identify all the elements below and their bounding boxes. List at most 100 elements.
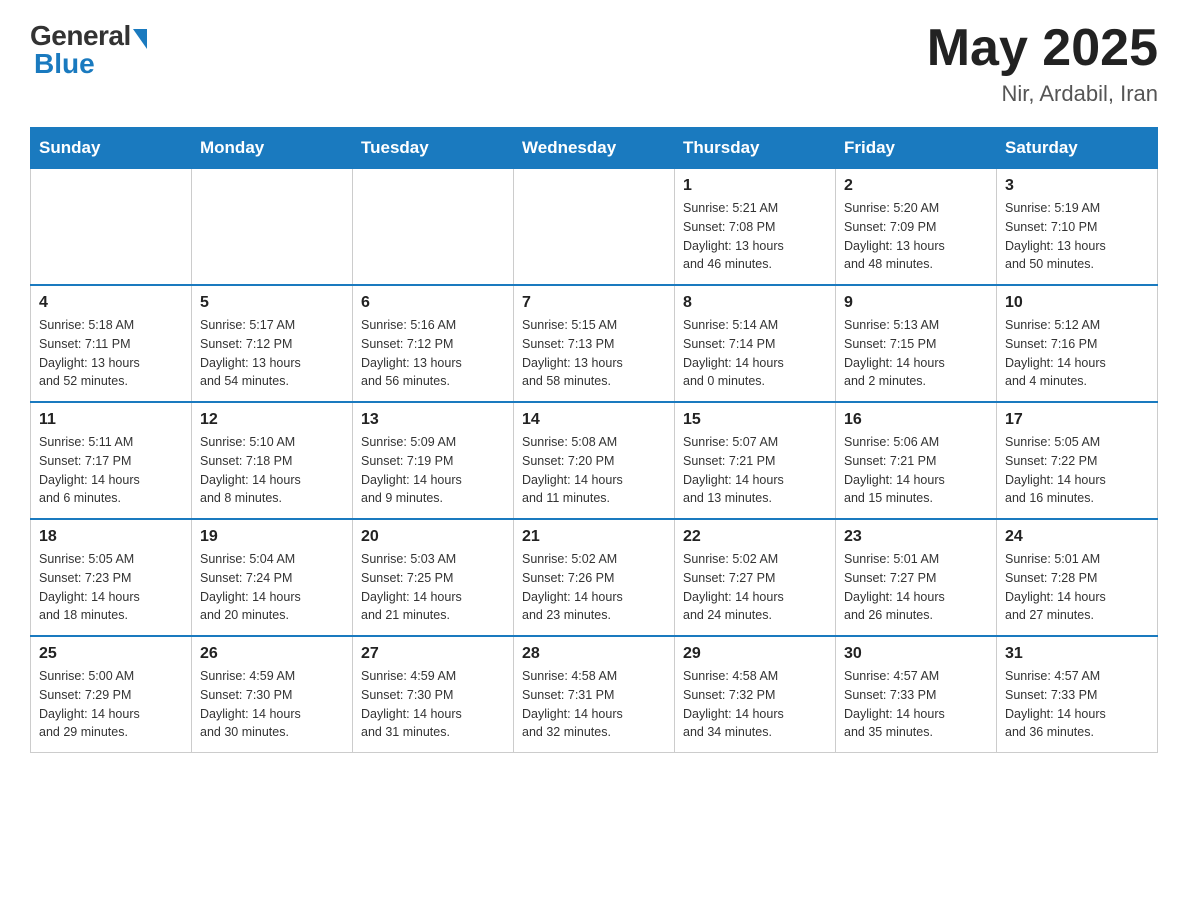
calendar-cell — [514, 169, 675, 286]
calendar-cell: 26 Sunrise: 4:59 AMSunset: 7:30 PMDayligh… — [192, 636, 353, 753]
calendar-cell: 16 Sunrise: 5:06 AMSunset: 7:21 PMDayligh… — [836, 402, 997, 519]
calendar-cell: 25Sunrise: 5:00 AMSunset: 7:29 PMDayligh… — [31, 636, 192, 753]
calendar-cell: 11 Sunrise: 5:11 AMSunset: 7:17 PMDayligh… — [31, 402, 192, 519]
day-number: 27 — [361, 645, 505, 663]
calendar-cell: 31 Sunrise: 4:57 AMSunset: 7:33 PMDayligh… — [997, 636, 1158, 753]
calendar-cell: 2 Sunrise: 5:20 AMSunset: 7:09 PMDaylight… — [836, 169, 997, 286]
col-header-wednesday: Wednesday — [514, 128, 675, 169]
day-number: 26 — [200, 645, 344, 663]
calendar-cell: 19 Sunrise: 5:04 AMSunset: 7:24 PMDayligh… — [192, 519, 353, 636]
day-info: Sunrise: 5:02 AMSunset: 7:27 PMDaylight:… — [683, 550, 827, 625]
day-info: Sunrise: 5:14 AMSunset: 7:14 PMDaylight:… — [683, 316, 827, 391]
day-info: Sunrise: 5:16 AMSunset: 7:12 PMDaylight:… — [361, 316, 505, 391]
calendar-week-3: 11 Sunrise: 5:11 AMSunset: 7:17 PMDayligh… — [31, 402, 1158, 519]
day-number: 24 — [1005, 528, 1149, 546]
calendar-week-1: 1 Sunrise: 5:21 AMSunset: 7:08 PMDaylight… — [31, 169, 1158, 286]
day-number: 1 — [683, 177, 827, 195]
day-info: Sunrise: 5:13 AMSunset: 7:15 PMDaylight:… — [844, 316, 988, 391]
day-number: 31 — [1005, 645, 1149, 663]
calendar-cell: 15Sunrise: 5:07 AMSunset: 7:21 PMDayligh… — [675, 402, 836, 519]
day-number: 9 — [844, 294, 988, 312]
day-info: Sunrise: 5:12 AMSunset: 7:16 PMDaylight:… — [1005, 316, 1149, 391]
calendar-cell: 23Sunrise: 5:01 AMSunset: 7:27 PMDayligh… — [836, 519, 997, 636]
day-info: Sunrise: 5:02 AMSunset: 7:26 PMDaylight:… — [522, 550, 666, 625]
day-info: Sunrise: 4:59 AMSunset: 7:30 PMDaylight:… — [200, 667, 344, 742]
day-info: Sunrise: 5:18 AMSunset: 7:11 PMDaylight:… — [39, 316, 183, 391]
day-number: 30 — [844, 645, 988, 663]
calendar-week-2: 4 Sunrise: 5:18 AMSunset: 7:11 PMDaylight… — [31, 285, 1158, 402]
day-info: Sunrise: 5:09 AMSunset: 7:19 PMDaylight:… — [361, 433, 505, 508]
logo-blue-text: Blue — [34, 48, 95, 80]
logo-arrow-icon — [133, 29, 147, 49]
day-number: 6 — [361, 294, 505, 312]
day-info: Sunrise: 5:20 AMSunset: 7:09 PMDaylight:… — [844, 199, 988, 274]
day-info: Sunrise: 4:58 AMSunset: 7:31 PMDaylight:… — [522, 667, 666, 742]
day-info: Sunrise: 5:15 AMSunset: 7:13 PMDaylight:… — [522, 316, 666, 391]
col-header-sunday: Sunday — [31, 128, 192, 169]
calendar-table: SundayMondayTuesdayWednesdayThursdayFrid… — [30, 127, 1158, 753]
day-info: Sunrise: 4:58 AMSunset: 7:32 PMDaylight:… — [683, 667, 827, 742]
calendar-cell: 22 Sunrise: 5:02 AMSunset: 7:27 PMDayligh… — [675, 519, 836, 636]
day-number: 17 — [1005, 411, 1149, 429]
calendar-cell: 4 Sunrise: 5:18 AMSunset: 7:11 PMDaylight… — [31, 285, 192, 402]
day-number: 22 — [683, 528, 827, 546]
day-info: Sunrise: 5:00 AMSunset: 7:29 PMDaylight:… — [39, 667, 183, 742]
day-info: Sunrise: 4:59 AMSunset: 7:30 PMDaylight:… — [361, 667, 505, 742]
day-number: 21 — [522, 528, 666, 546]
day-number: 18 — [39, 528, 183, 546]
calendar-cell: 7 Sunrise: 5:15 AMSunset: 7:13 PMDaylight… — [514, 285, 675, 402]
day-number: 3 — [1005, 177, 1149, 195]
day-number: 12 — [200, 411, 344, 429]
col-header-friday: Friday — [836, 128, 997, 169]
month-title: May 2025 — [927, 20, 1158, 77]
calendar-cell: 14 Sunrise: 5:08 AMSunset: 7:20 PMDayligh… — [514, 402, 675, 519]
calendar-cell: 13Sunrise: 5:09 AMSunset: 7:19 PMDayligh… — [353, 402, 514, 519]
day-number: 7 — [522, 294, 666, 312]
day-number: 4 — [39, 294, 183, 312]
day-number: 19 — [200, 528, 344, 546]
day-info: Sunrise: 5:01 AMSunset: 7:28 PMDaylight:… — [1005, 550, 1149, 625]
page-header: General Blue May 2025 Nir, Ardabil, Iran — [30, 20, 1158, 107]
col-header-monday: Monday — [192, 128, 353, 169]
calendar-cell: 1 Sunrise: 5:21 AMSunset: 7:08 PMDaylight… — [675, 169, 836, 286]
day-info: Sunrise: 5:19 AMSunset: 7:10 PMDaylight:… — [1005, 199, 1149, 274]
day-info: Sunrise: 5:05 AMSunset: 7:22 PMDaylight:… — [1005, 433, 1149, 508]
col-header-tuesday: Tuesday — [353, 128, 514, 169]
calendar-cell: 18 Sunrise: 5:05 AMSunset: 7:23 PMDayligh… — [31, 519, 192, 636]
day-number: 23 — [844, 528, 988, 546]
day-info: Sunrise: 5:08 AMSunset: 7:20 PMDaylight:… — [522, 433, 666, 508]
day-info: Sunrise: 5:17 AMSunset: 7:12 PMDaylight:… — [200, 316, 344, 391]
calendar-cell: 6 Sunrise: 5:16 AMSunset: 7:12 PMDaylight… — [353, 285, 514, 402]
day-number: 11 — [39, 411, 183, 429]
day-info: Sunrise: 5:21 AMSunset: 7:08 PMDaylight:… — [683, 199, 827, 274]
calendar-cell: 17 Sunrise: 5:05 AMSunset: 7:22 PMDayligh… — [997, 402, 1158, 519]
day-number: 29 — [683, 645, 827, 663]
day-number: 14 — [522, 411, 666, 429]
calendar-cell: 29 Sunrise: 4:58 AMSunset: 7:32 PMDayligh… — [675, 636, 836, 753]
col-header-saturday: Saturday — [997, 128, 1158, 169]
day-info: Sunrise: 5:05 AMSunset: 7:23 PMDaylight:… — [39, 550, 183, 625]
day-info: Sunrise: 5:06 AMSunset: 7:21 PMDaylight:… — [844, 433, 988, 508]
day-number: 2 — [844, 177, 988, 195]
day-number: 10 — [1005, 294, 1149, 312]
calendar-cell — [353, 169, 514, 286]
day-number: 16 — [844, 411, 988, 429]
day-info: Sunrise: 5:03 AMSunset: 7:25 PMDaylight:… — [361, 550, 505, 625]
calendar-cell: 10 Sunrise: 5:12 AMSunset: 7:16 PMDayligh… — [997, 285, 1158, 402]
day-info: Sunrise: 5:04 AMSunset: 7:24 PMDaylight:… — [200, 550, 344, 625]
calendar-cell: 5 Sunrise: 5:17 AMSunset: 7:12 PMDaylight… — [192, 285, 353, 402]
calendar-cell: 30 Sunrise: 4:57 AMSunset: 7:33 PMDayligh… — [836, 636, 997, 753]
title-block: May 2025 Nir, Ardabil, Iran — [927, 20, 1158, 107]
calendar-cell — [31, 169, 192, 286]
day-info: Sunrise: 5:07 AMSunset: 7:21 PMDaylight:… — [683, 433, 827, 508]
calendar-cell: 3 Sunrise: 5:19 AMSunset: 7:10 PMDaylight… — [997, 169, 1158, 286]
day-info: Sunrise: 4:57 AMSunset: 7:33 PMDaylight:… — [844, 667, 988, 742]
calendar-cell: 8Sunrise: 5:14 AMSunset: 7:14 PMDaylight… — [675, 285, 836, 402]
col-header-thursday: Thursday — [675, 128, 836, 169]
calendar-cell: 21 Sunrise: 5:02 AMSunset: 7:26 PMDayligh… — [514, 519, 675, 636]
day-number: 5 — [200, 294, 344, 312]
logo: General Blue — [30, 20, 147, 80]
day-number: 28 — [522, 645, 666, 663]
day-info: Sunrise: 4:57 AMSunset: 7:33 PMDaylight:… — [1005, 667, 1149, 742]
day-info: Sunrise: 5:11 AMSunset: 7:17 PMDaylight:… — [39, 433, 183, 508]
